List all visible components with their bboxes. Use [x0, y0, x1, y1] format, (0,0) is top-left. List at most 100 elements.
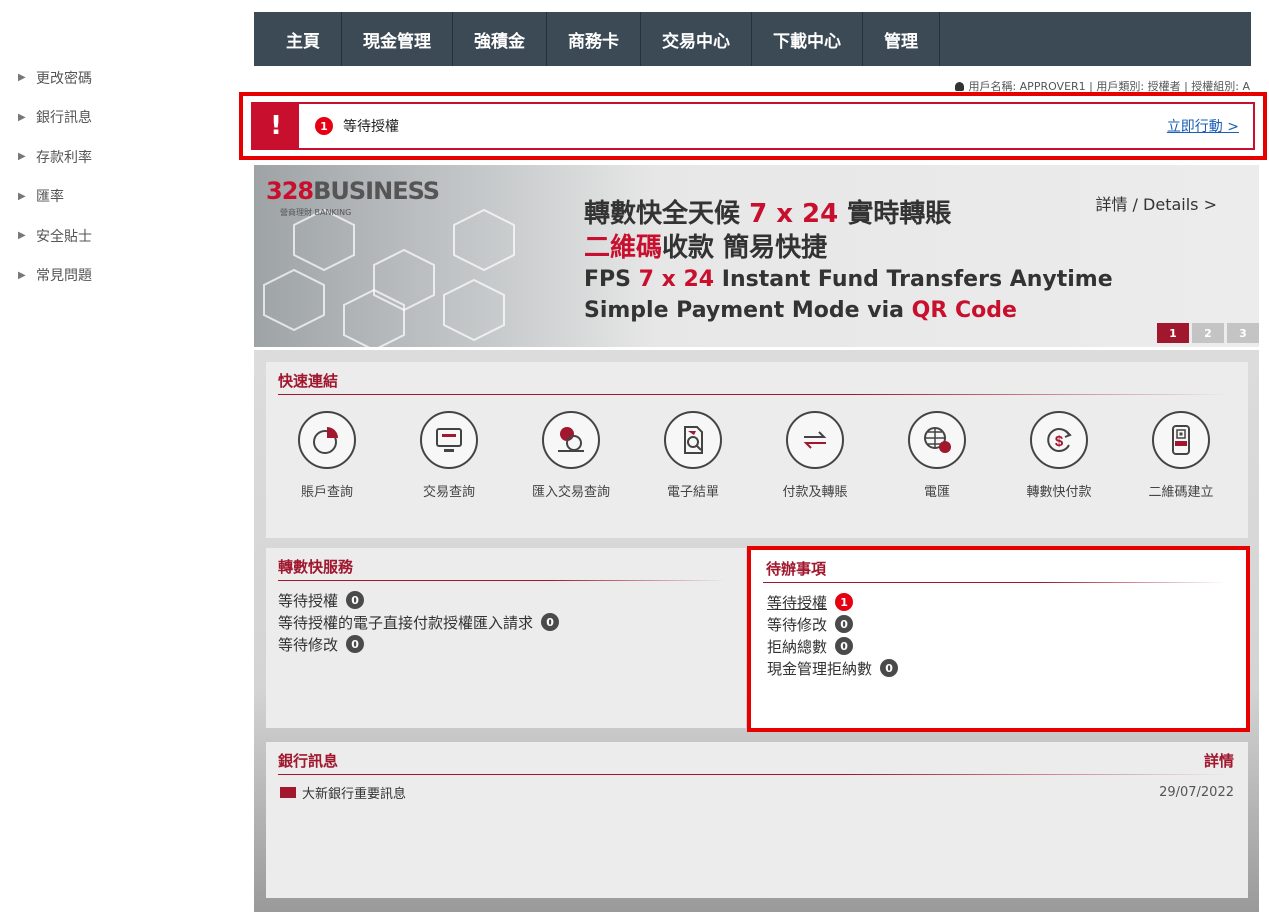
count-badge: 0: [835, 615, 854, 633]
banner-headline-2: 二維碼收款 簡易快捷: [584, 233, 828, 263]
nav-mpf[interactable]: 強積金: [453, 12, 547, 66]
nav-home[interactable]: 主頁: [266, 12, 342, 66]
count-badge: 0: [541, 613, 560, 631]
left-sidebar: ▶ 更改密碼 ▶ 銀行訊息 ▶ 存款利率 ▶ 匯率 ▶ 安全貼士 ▶ 常見問題: [18, 58, 218, 295]
bank-news-panel: 銀行訊息 詳情 大新銀行重要訊息 29/07/2022: [266, 742, 1248, 898]
sidebar-item-exchange-rates[interactable]: ▶ 匯率: [18, 177, 218, 217]
sidebar-item-label: 存款利率: [36, 149, 92, 166]
quick-link-telegraphic-transfer[interactable]: 電匯: [876, 411, 998, 500]
quick-link-label: 交易查詢: [422, 485, 475, 500]
sidebar-item-label: 更改密碼: [36, 70, 92, 87]
quick-link-label: 付款及轉賬: [782, 485, 848, 500]
quick-link-payment-transfer[interactable]: 付款及轉賬: [754, 411, 876, 500]
quick-link-label: 電子結單: [666, 485, 719, 500]
transfer-arrows-icon: [786, 411, 844, 469]
quick-link-label: 賬戶查詢: [300, 485, 353, 500]
triangle-right-icon: ▶: [18, 269, 26, 281]
sidebar-item-bank-news[interactable]: ▶ 銀行訊息: [18, 98, 218, 138]
quick-links-title: 快速連結: [266, 362, 1248, 395]
count-badge: 0: [346, 591, 365, 609]
svg-text:$: $: [1055, 433, 1064, 450]
hexagon-pattern-graphic: [263, 208, 515, 347]
quick-links-list: 賬戶查詢 交易查詢 匯入交易查詢 電子結單 付款及轉賬 電匯 $ 轉數快付款 二…: [266, 411, 1248, 500]
triangle-right-icon: ▶: [18, 230, 26, 242]
monitor-icon: [420, 411, 478, 469]
banner-english-1: FPS 7 x 24 Instant Fund Transfers Anytim…: [584, 267, 1113, 292]
dollar-cycle-icon: $: [1030, 411, 1088, 469]
quick-links-panel: 快速連結 賬戶查詢 交易查詢 匯入交易查詢 電子結單 付款及轉賬 電匯 $ 轉數…: [266, 362, 1248, 538]
user-info: 用戶名稱: APPROVER1 | 用戶類別: 授權者 | 授權組別: A: [780, 78, 1250, 92]
banner-headline-1: 轉數快全天候 7 x 24 實時轉賬: [584, 199, 952, 229]
business-banking-logo: 328BUSINESS: [266, 177, 440, 205]
nav-transaction-center[interactable]: 交易中心: [641, 12, 752, 66]
quick-link-fps-payment[interactable]: $ 轉數快付款: [998, 411, 1120, 500]
banner-pager: 1 2 3: [1157, 323, 1259, 343]
news-item[interactable]: 大新銀行重要訊息 29/07/2022: [266, 775, 1248, 810]
quick-link-account-inquiry[interactable]: 賬戶查詢: [266, 411, 388, 500]
news-item-date: 29/07/2022: [1159, 785, 1234, 800]
quick-link-label: 二維碼建立: [1148, 485, 1214, 500]
top-navigation: 主頁 現金管理 強積金 商務卡 交易中心 下載中心 管理: [254, 12, 1251, 66]
nav-business-card[interactable]: 商務卡: [547, 12, 641, 66]
logo-subtitle: 營商理財 BANKING: [280, 208, 352, 217]
todo-title: 待辦事項: [751, 550, 1246, 583]
banner-english-2: Simple Payment Mode via QR Code: [584, 298, 1017, 323]
exclamation-icon: !: [253, 104, 299, 148]
quick-link-label: 匯入交易查詢: [531, 485, 610, 500]
mail-icon: [280, 787, 296, 798]
document-search-icon: [664, 411, 722, 469]
todo-list: 等待授權 1 等待修改 0 拒納總數 0 現金管理拒納數 0: [751, 583, 1246, 687]
count-badge: 0: [835, 637, 854, 655]
alert-text: 等待授權: [343, 119, 399, 135]
banner-page-2[interactable]: 2: [1192, 323, 1224, 343]
fps-services-panel: 轉數快服務 等待授權 0 等待授權的電子直接付款授權匯入請求 0 等待修改 0: [266, 548, 746, 728]
count-badge: 0: [346, 635, 365, 653]
fps-services-title: 轉數快服務: [266, 548, 746, 581]
quick-link-e-statement[interactable]: 電子結單: [632, 411, 754, 500]
list-item: 等待修改 0: [767, 613, 1234, 635]
sidebar-item-label: 常見問題: [36, 268, 92, 285]
nav-cash-management[interactable]: 現金管理: [342, 12, 453, 66]
todo-panel: 待辦事項 等待授權 1 等待修改 0 拒納總數 0 現金管理拒納數 0: [747, 546, 1250, 732]
triangle-right-icon: ▶: [18, 72, 26, 84]
promo-banner[interactable]: 328BUSINESS 營商理財 BANKING 轉數快全天候 7 x 24 實…: [254, 165, 1259, 347]
bank-news-title: 銀行訊息 詳情: [266, 742, 1248, 775]
triangle-right-icon: ▶: [18, 111, 26, 123]
sidebar-item-label: 安全貼士: [36, 228, 92, 245]
alert-highlight: ! 1 等待授權 立即行動 >: [239, 92, 1267, 160]
sidebar-item-change-password[interactable]: ▶ 更改密碼: [18, 58, 218, 98]
quick-link-transaction-inquiry[interactable]: 交易查詢: [388, 411, 510, 500]
count-badge: 1: [835, 593, 854, 611]
list-item: 等待修改 0: [278, 633, 734, 655]
news-item-title: 大新銀行重要訊息: [302, 787, 407, 802]
banner-page-3[interactable]: 3: [1227, 323, 1259, 343]
list-item: 拒納總數 0: [767, 635, 1234, 657]
quick-link-qr-create[interactable]: 二維碼建立: [1120, 411, 1242, 500]
alert-count-badge: 1: [315, 117, 333, 135]
sidebar-item-faq[interactable]: ▶ 常見問題: [18, 256, 218, 296]
triangle-right-icon: ▶: [18, 151, 26, 163]
pie-chart-icon: [298, 411, 356, 469]
triangle-right-icon: ▶: [18, 190, 26, 202]
todo-pending-approval-link[interactable]: 等待授權 1: [767, 591, 1234, 613]
list-item: 等待授權 0: [278, 589, 734, 611]
act-now-link[interactable]: 立即行動 >: [1167, 116, 1239, 136]
pending-alert-bar: ! 1 等待授權 立即行動 >: [251, 102, 1255, 150]
globe-dollar-icon: [908, 411, 966, 469]
user-icon: [955, 82, 965, 91]
sidebar-item-deposit-rates[interactable]: ▶ 存款利率: [18, 137, 218, 177]
nav-admin[interactable]: 管理: [863, 12, 940, 66]
fps-qr-phone-icon: [1152, 411, 1210, 469]
sidebar-item-security-tips[interactable]: ▶ 安全貼士: [18, 216, 218, 256]
fps-services-list: 等待授權 0 等待授權的電子直接付款授權匯入請求 0 等待修改 0: [266, 581, 746, 663]
banner-details-link[interactable]: 詳情 / Details >: [1095, 191, 1217, 215]
quick-link-inward-inquiry[interactable]: 匯入交易查詢: [510, 411, 632, 500]
nav-download-center[interactable]: 下載中心: [752, 12, 863, 66]
bank-news-more-link[interactable]: 詳情: [1204, 750, 1234, 771]
quick-link-label: 電匯: [923, 485, 950, 500]
list-item: 等待授權的電子直接付款授權匯入請求 0: [278, 611, 734, 633]
sidebar-item-label: 銀行訊息: [36, 110, 92, 127]
coins-hand-icon: [542, 411, 600, 469]
count-badge: 0: [880, 659, 899, 677]
banner-page-1[interactable]: 1: [1157, 323, 1189, 343]
